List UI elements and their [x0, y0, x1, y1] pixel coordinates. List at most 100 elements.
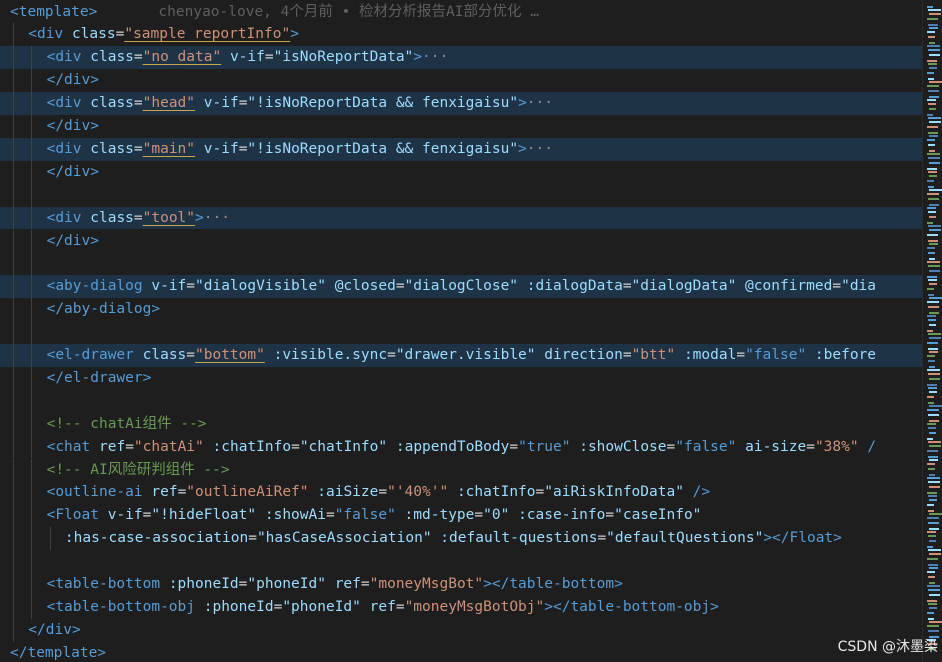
code-line[interactable]: <template> chenyao-love, 4个月前 • 检材分析报告AI… [0, 1, 922, 24]
code-token: "drawer.visible" [395, 347, 536, 363]
minimap-line [928, 319, 936, 321]
csdn-watermark: CSDN @沐墨染 [837, 639, 938, 655]
code-token: "false" [675, 438, 737, 455]
code-line[interactable]: <table-bottom-obj :phoneId="phoneId" ref… [0, 595, 922, 619]
code-token: = [360, 576, 370, 592]
code-token: "38%" [814, 438, 859, 455]
code-line[interactable]: <div class="tool">··· [0, 206, 922, 230]
code-line[interactable]: <div class="head" v-if="!isNoReportData … [0, 92, 922, 115]
code-token: "no_data" [142, 49, 222, 66]
code-editor[interactable]: <template> chenyao-love, 4个月前 • 检材分析报告AI… [0, 0, 922, 662]
minimap-line [927, 168, 937, 170]
minimap-markers [927, 0, 942, 662]
code-line[interactable]: </aby-dialog> [0, 298, 922, 322]
code-token: "!isNoReportData && fenxigaisu" [247, 140, 519, 157]
minimap-line [928, 618, 934, 620]
minimap-line [928, 481, 940, 483]
code-line[interactable]: :has-case-association="hasCaseAssociatio… [0, 527, 922, 551]
code-line[interactable]: <Float v-if="!hideFloat" :showAi="false"… [0, 504, 922, 528]
code-line[interactable] [0, 252, 922, 276]
code-token: = [622, 278, 632, 295]
code-token: :phoneId [203, 598, 274, 615]
code-token: > [195, 209, 204, 226]
code-line[interactable]: </div> [0, 69, 922, 93]
code-line[interactable]: <div class="no_data" v-if="isNoReportDat… [0, 46, 922, 70]
code-token: <div [46, 95, 91, 112]
code-line[interactable] [0, 321, 922, 344]
indent-guide [31, 527, 33, 551]
folded-code-ellipsis[interactable]: ··· [204, 210, 230, 226]
minimap-line [927, 409, 939, 411]
code-line[interactable]: </div> [0, 618, 922, 642]
code-line[interactable]: <div class="sample_reportInfo"> [0, 23, 922, 47]
code-token: = [736, 347, 746, 363]
code-line[interactable]: </template> [0, 642, 922, 662]
folded-code-ellipsis[interactable]: ··· [422, 49, 448, 65]
folded-code-ellipsis[interactable]: ··· [527, 141, 553, 157]
code-token: = [387, 347, 396, 363]
minimap-line [927, 558, 938, 560]
code-token: = [535, 484, 545, 501]
minimap-line [928, 252, 935, 254]
code-token: v-if [229, 49, 265, 66]
code-token: :chatInfo [212, 438, 292, 455]
code-line[interactable]: <div class="main" v-if="!isNoReportData … [0, 137, 922, 161]
code-line[interactable]: </el-drawer> [0, 366, 922, 390]
indent-guide [31, 160, 33, 184]
code-line[interactable]: <!-- AI风险研判组件 --> [0, 458, 922, 482]
code-token: "phoneId" [282, 598, 361, 615]
minimap-line [928, 387, 937, 389]
code-line[interactable]: <!-- chatAi组件 --> [0, 412, 922, 436]
code-line[interactable]: </div> [0, 160, 922, 184]
code-line[interactable]: </div> [0, 115, 922, 138]
code-token: </div> [46, 72, 99, 89]
minimap-line [929, 204, 939, 206]
minimap-scrollbar[interactable] [922, 0, 942, 662]
minimap-line [928, 535, 936, 537]
code-line[interactable]: <el-drawer class="bottom" :visible.sync=… [0, 344, 922, 367]
code-token: <outline-ai [46, 484, 152, 501]
code-token: "isNoReportData" [273, 49, 414, 66]
minimap-line [927, 222, 933, 224]
minimap-line [929, 499, 937, 501]
code-token: "moneyMsgBot" [369, 576, 484, 592]
minimap-line [929, 567, 938, 569]
folded-code-ellipsis[interactable]: ··· [527, 95, 553, 111]
minimap-line [928, 630, 939, 632]
code-token: > [518, 140, 527, 157]
indent-guide [13, 23, 14, 47]
minimap-line [927, 276, 937, 278]
minimap-line [927, 315, 936, 317]
code-line[interactable] [0, 389, 922, 413]
code-line[interactable]: </div> [0, 229, 922, 253]
minimap-line [928, 117, 941, 119]
code-line[interactable] [0, 550, 922, 573]
minimap-line [927, 288, 934, 290]
code-line[interactable] [0, 183, 922, 207]
code-token: :showAi [264, 507, 326, 524]
minimap-line [928, 402, 934, 404]
indent-guide [31, 344, 33, 367]
minimap-line [929, 150, 935, 152]
code-token: / [867, 438, 877, 455]
code-line[interactable]: <table-bottom :phoneId="phoneId" ref="mo… [0, 573, 922, 596]
code-token: = [125, 438, 134, 455]
minimap-line [928, 265, 940, 267]
code-token: class [90, 49, 134, 66]
minimap-line [928, 495, 937, 497]
code-token: :visible.sync [273, 347, 388, 363]
indent-guide [13, 137, 14, 161]
minimap-line [929, 513, 942, 515]
minimap-line [929, 351, 938, 353]
code-line[interactable]: <aby-dialog v-if="dialogVisible" @closed… [0, 275, 922, 299]
code-token: </aby-dialog> [46, 301, 161, 318]
code-line[interactable]: <chat ref="chatAi" :chatInfo="chatInfo" … [0, 435, 922, 459]
code-token: ref [98, 438, 126, 455]
code-line[interactable]: <outline-ai ref="outlineAiRef" :aiSize="… [0, 481, 922, 505]
minimap-line [929, 391, 937, 393]
